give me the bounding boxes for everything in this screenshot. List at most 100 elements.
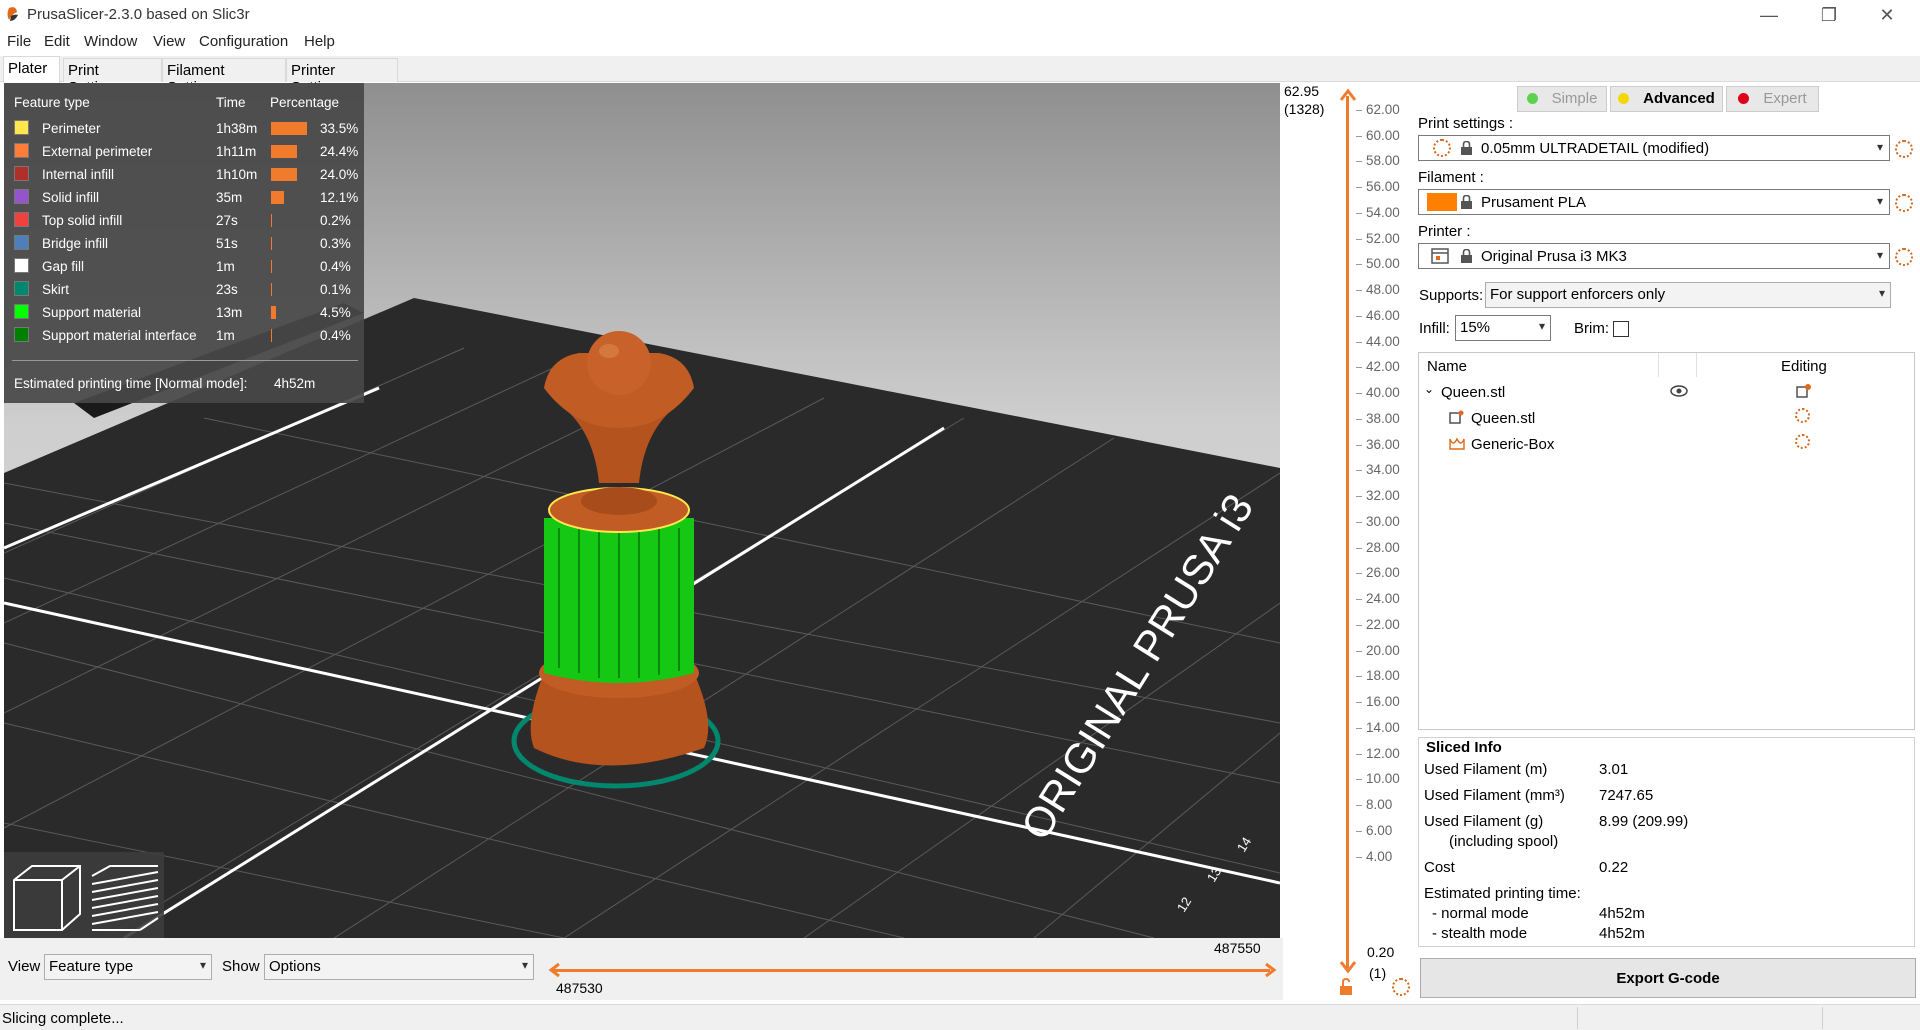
vslider-top-value: 62.95	[1284, 83, 1320, 99]
legend-row[interactable]: Internal infill 1h10m 24.0%	[4, 163, 364, 186]
object-row-generic-box[interactable]: Generic-Box	[1419, 431, 1914, 455]
chevron-down-icon: ▾	[1878, 286, 1885, 300]
vslider-tick-label: 48.00	[1366, 282, 1400, 298]
mode-expert-label: Expert	[1763, 90, 1807, 107]
menu-help[interactable]: Help	[304, 33, 335, 50]
legend-row[interactable]: Gap fill 1m 0.4%	[4, 255, 364, 278]
vslider-tick-label: 28.00	[1366, 539, 1400, 555]
vslider-tick-mark	[1356, 547, 1362, 549]
menu-file[interactable]: File	[7, 33, 31, 50]
print-settings-label: Print settings :	[1418, 115, 1514, 132]
legend-feature-percentage: 24.0%	[320, 167, 359, 182]
maximize-button[interactable]: ❐	[1818, 4, 1840, 26]
print-settings-select[interactable]: 0.05mm ULTRADETAIL (modified) ▾	[1418, 135, 1890, 161]
horizontal-slider[interactable]	[552, 969, 1270, 972]
vslider-tick-label: 20.00	[1366, 642, 1400, 658]
menu-window[interactable]: Window	[84, 33, 137, 50]
printer-label: Printer :	[1418, 223, 1471, 240]
advanced-mode-dot-icon	[1618, 93, 1630, 104]
vslider-tick-mark	[1356, 599, 1362, 601]
used-filament-m-label: Used Filament (m)	[1424, 761, 1548, 778]
vslider-tick-mark	[1356, 753, 1362, 755]
object-row-queen-part[interactable]: Queen.stl	[1419, 405, 1914, 429]
vslider-tick-label: 30.00	[1366, 513, 1400, 529]
show-options-select[interactable]: Options ▾	[264, 954, 534, 980]
close-button[interactable]: ✕	[1876, 4, 1898, 26]
vslider-tick-mark	[1356, 393, 1362, 395]
preview-layers-icon[interactable]	[91, 865, 159, 931]
view-type-select[interactable]: Feature type ▾	[44, 954, 212, 980]
legend-feature-time: 1h38m	[216, 121, 258, 136]
legend-row[interactable]: Perimeter 1h38m 33.5%	[4, 117, 364, 140]
vslider-tick-label: 54.00	[1366, 204, 1400, 220]
legend-row[interactable]: Skirt 23s 0.1%	[4, 278, 364, 301]
hslider-left-handle-icon[interactable]	[547, 962, 563, 978]
layer-settings-gear-icon[interactable]	[1392, 978, 1410, 996]
infill-select[interactable]: 15% ▾	[1455, 315, 1551, 341]
legend-row[interactable]: Top solid infill 27s 0.2%	[4, 209, 364, 232]
hslider-right-handle-icon[interactable]	[1262, 962, 1278, 978]
eye-icon[interactable]	[1670, 385, 1688, 397]
object-name: Queen.stl	[1441, 384, 1506, 401]
tab-printer-settings[interactable]: Printer Settings	[286, 58, 398, 96]
mode-simple-button[interactable]: Simple	[1517, 86, 1607, 112]
part-settings-gear-icon[interactable]	[1795, 434, 1810, 449]
vslider-tick-mark	[1356, 727, 1362, 729]
chevron-down-icon[interactable]: ⌄	[1424, 382, 1434, 396]
legend-row[interactable]: Support material 13m 4.5%	[4, 301, 364, 324]
brim-checkbox[interactable]	[1613, 321, 1629, 337]
vslider-tick-label: 60.00	[1366, 127, 1400, 143]
show-label: Show	[222, 958, 260, 975]
supports-select[interactable]: For support enforcers only ▾	[1485, 282, 1891, 308]
legend-row[interactable]: External perimeter 1h11m 24.4%	[4, 140, 364, 163]
vslider-tick-mark	[1356, 496, 1362, 498]
vslider-tick-mark	[1356, 341, 1362, 343]
vslider-tick-label: 8.00	[1366, 797, 1393, 813]
menu-configuration[interactable]: Configuration	[199, 33, 288, 50]
vslider-tick-label: 16.00	[1366, 694, 1400, 710]
vertical-layer-slider[interactable]	[1346, 96, 1349, 968]
filament-edit-gear-icon[interactable]	[1895, 194, 1913, 212]
legend-row[interactable]: Support material interface 1m 0.4%	[4, 324, 364, 347]
cost-label: Cost	[1424, 859, 1455, 876]
vslider-bottom-handle-icon[interactable]	[1339, 960, 1357, 974]
vslider-tick-label: 12.00	[1366, 745, 1400, 761]
lock-icon	[1461, 249, 1472, 263]
export-gcode-button[interactable]: Export G-code	[1420, 958, 1916, 998]
vslider-tick-mark	[1356, 161, 1362, 163]
vslider-tick-label: 62.00	[1366, 102, 1400, 117]
object-row-queen[interactable]: ⌄ Queen.stl	[1419, 379, 1914, 403]
legend-feature-name: Top solid infill	[42, 213, 123, 228]
vslider-tick-mark	[1356, 187, 1362, 189]
vslider-top-handle-icon[interactable]	[1339, 88, 1357, 102]
vslider-tick-label: 14.00	[1366, 719, 1400, 735]
mode-expert-button[interactable]: Expert	[1726, 86, 1819, 112]
supports-value: For support enforcers only	[1490, 286, 1666, 303]
minimize-button[interactable]: —	[1758, 4, 1780, 26]
print-settings-edit-gear-icon[interactable]	[1895, 140, 1913, 158]
chevron-down-icon: ▾	[1876, 140, 1883, 154]
legend-feature-time: 1m	[216, 328, 235, 343]
legend-row[interactable]: Solid infill 35m 12.1%	[4, 186, 364, 209]
menu-bar: File Edit Window View Configuration Help	[0, 30, 1920, 54]
printer-edit-gear-icon[interactable]	[1895, 248, 1913, 266]
menu-view[interactable]: View	[153, 33, 185, 50]
legend-row[interactable]: Bridge infill 51s 0.3%	[4, 232, 364, 255]
mode-advanced-button[interactable]: Advanced	[1610, 86, 1723, 112]
filament-select[interactable]: Prusament PLA ▾	[1418, 189, 1890, 215]
add-part-icon[interactable]	[1796, 383, 1812, 399]
vslider-tick-mark	[1356, 264, 1362, 266]
tab-print-settings[interactable]: Print Settings	[63, 58, 162, 96]
3d-view-icon[interactable]	[13, 865, 81, 931]
menu-edit[interactable]: Edit	[44, 33, 70, 50]
tab-filament-settings[interactable]: Filament Settings	[162, 58, 286, 96]
unlock-icon[interactable]	[1338, 978, 1354, 996]
legend-feature-percentage: 4.5%	[320, 305, 351, 320]
chevron-down-icon: ▾	[1876, 194, 1883, 208]
legend-feature-name: Skirt	[42, 282, 69, 297]
printer-select[interactable]: Original Prusa i3 MK3 ▾	[1418, 243, 1890, 269]
tab-plater[interactable]: Plater	[3, 56, 60, 83]
supports-label: Supports:	[1419, 287, 1484, 304]
legend-feature-percentage: 0.1%	[320, 282, 351, 297]
part-settings-gear-icon[interactable]	[1795, 408, 1810, 423]
